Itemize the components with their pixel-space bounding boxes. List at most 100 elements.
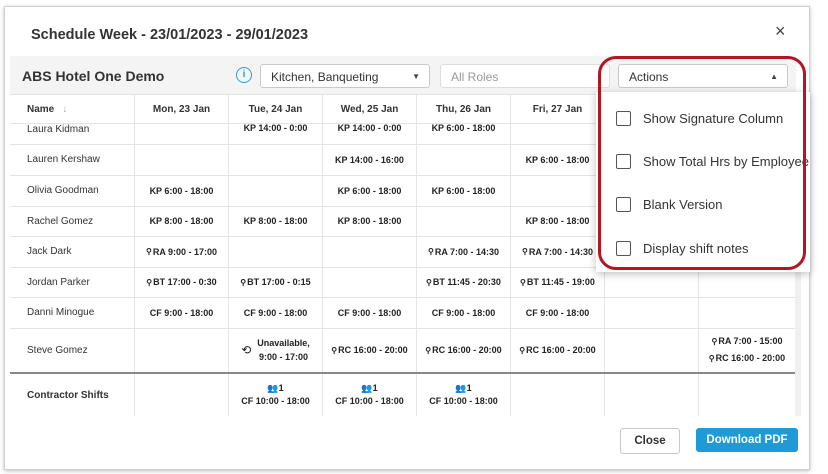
- shift-cell[interactable]: [135, 328, 229, 372]
- shift-cell[interactable]: KP 8:00 - 18:00: [229, 206, 323, 236]
- shift-cell[interactable]: ⚲RA 7:00 - 15:00 ⚲RC 16:00 - 20:00: [699, 328, 796, 372]
- contractor-shifts-label: Contractor Shifts: [10, 374, 135, 416]
- checkbox[interactable]: [616, 196, 631, 212]
- location-pin-icon: ⚲: [426, 277, 432, 287]
- employee-name: Rachel Gomez: [10, 206, 135, 236]
- checkbox[interactable]: [616, 153, 631, 169]
- actions-select[interactable]: Actions ▲: [618, 64, 788, 88]
- column-header-thu: Thu, 26 Jan: [417, 95, 511, 123]
- chevron-up-icon: ▲: [770, 72, 778, 81]
- download-pdf-button[interactable]: Download PDF: [696, 428, 798, 452]
- contractor-shifts-row: Contractor Shifts 👥1 CF 10:00 - 18:00 👥1 C…: [10, 372, 796, 416]
- department-select[interactable]: Kitchen, Banqueting ▼: [260, 64, 430, 88]
- shift-cell[interactable]: KP 14:00 - 16:00: [323, 144, 417, 175]
- shift-cell[interactable]: ⚲ RC 16:00 - 20:00: [323, 328, 417, 372]
- hotel-name: ABS Hotel One Demo: [22, 68, 165, 84]
- shift-cell[interactable]: CF 9:00 - 18:00: [135, 297, 229, 328]
- close-button[interactable]: Close: [620, 428, 680, 454]
- shift-cell[interactable]: KP 6:00 - 18:00: [135, 175, 229, 206]
- location-pin-icon: ⚲: [521, 247, 528, 256]
- shift-cell[interactable]: KP 8:00 - 18:00: [135, 206, 229, 236]
- location-pin-icon: ⚲: [331, 345, 338, 355]
- checkbox[interactable]: [616, 240, 631, 256]
- location-pin-icon: ⚲: [520, 277, 526, 287]
- shift-cell[interactable]: KP 14:00 - 0:00: [323, 123, 417, 144]
- option-show-total-hrs[interactable]: Show Total Hrs by Employee: [616, 151, 809, 171]
- actions-select-label: Actions: [629, 70, 669, 84]
- shift-cell[interactable]: [605, 328, 699, 372]
- shift-cell[interactable]: KP 8:00 - 18:00: [323, 206, 417, 236]
- column-header-wed: Wed, 25 Jan: [323, 95, 417, 123]
- shift-cell[interactable]: KP 8:00 - 18:00: [511, 206, 605, 236]
- shift-cell[interactable]: [229, 175, 323, 206]
- shift-cell[interactable]: ⚲ RC 16:00 - 20:00: [511, 328, 605, 372]
- shift-cell[interactable]: [229, 144, 323, 175]
- shift-cell[interactable]: [511, 123, 605, 144]
- checkbox[interactable]: [616, 110, 631, 126]
- sync-icon: ⟲: [241, 343, 252, 357]
- table-row: Danni Minogue CF 9:00 - 18:00 CF 9:00 - …: [10, 297, 796, 329]
- location-pin-icon: ⚲: [711, 337, 718, 346]
- actions-dropdown-menu: Show Signature Column Show Total Hrs by …: [596, 92, 810, 272]
- location-pin-icon: ⚲: [145, 247, 152, 256]
- employee-name: Steve Gomez: [10, 328, 135, 372]
- shift-cell[interactable]: ⚲ RA 7:00 - 14:30: [417, 236, 511, 267]
- shift-cell[interactable]: ⚲ RA 9:00 - 17:00: [135, 236, 229, 267]
- toolbar: ABS Hotel One Demo i Kitchen, Banqueting…: [10, 56, 796, 95]
- roles-select[interactable]: All Roles: [440, 64, 610, 88]
- shift-cell[interactable]: [135, 144, 229, 175]
- column-header-mon: Mon, 23 Jan: [135, 95, 229, 123]
- sort-arrow-icon[interactable]: ↓: [62, 104, 67, 115]
- shift-cell[interactable]: 👥1 CF 10:00 - 18:00: [229, 374, 323, 416]
- shift-cell[interactable]: 👥1 CF 10:00 - 18:00: [323, 374, 417, 416]
- employee-name: Jordan Parker: [10, 267, 135, 297]
- shift-cell[interactable]: [417, 206, 511, 236]
- shift-cell[interactable]: KP 6:00 - 18:00: [323, 175, 417, 206]
- shift-cell[interactable]: [135, 374, 229, 416]
- location-pin-icon: ⚲: [425, 345, 432, 355]
- shift-cell[interactable]: ⚲ BT 11:45 - 19:00: [511, 267, 605, 297]
- shift-cell[interactable]: CF 9:00 - 18:00: [323, 297, 417, 328]
- location-pin-icon: ⚲: [240, 277, 247, 287]
- column-header-name[interactable]: Name ↓: [10, 95, 135, 123]
- department-select-value: Kitchen, Banqueting: [271, 70, 379, 84]
- shift-cell[interactable]: [229, 236, 323, 267]
- shift-cell[interactable]: [135, 123, 229, 144]
- shift-cell[interactable]: KP 6:00 - 18:00: [417, 123, 511, 144]
- location-pin-icon: ⚲: [519, 345, 526, 355]
- shift-cell[interactable]: ⚲ BT 11:45 - 20:30: [417, 267, 511, 297]
- shift-cell[interactable]: [323, 236, 417, 267]
- shift-cell[interactable]: CF 9:00 - 18:00: [511, 297, 605, 328]
- shift-cell[interactable]: [323, 267, 417, 297]
- option-show-signature-column[interactable]: Show Signature Column: [616, 108, 783, 128]
- location-pin-icon: ⚲: [427, 247, 434, 256]
- info-icon[interactable]: i: [236, 67, 252, 83]
- shift-cell[interactable]: CF 9:00 - 18:00: [417, 297, 511, 328]
- shift-cell[interactable]: ⚲ RA 7:00 - 14:30: [511, 236, 605, 267]
- shift-cell[interactable]: ⚲ BT 17:00 - 0:15: [229, 267, 323, 297]
- employee-name: Olivia Goodman: [10, 175, 135, 206]
- shift-cell[interactable]: [699, 297, 796, 328]
- shift-cell[interactable]: ⚲ RC 16:00 - 20:00: [417, 328, 511, 372]
- shift-cell[interactable]: [417, 144, 511, 175]
- shift-cell[interactable]: [605, 374, 699, 416]
- shift-cell[interactable]: ⟲ Unavailable, 9:00 - 17:00: [229, 328, 323, 372]
- shift-cell[interactable]: KP 6:00 - 18:00: [417, 175, 511, 206]
- shift-cell[interactable]: [699, 374, 796, 416]
- shift-cell[interactable]: CF 9:00 - 18:00: [229, 297, 323, 328]
- column-header-fri: Fri, 27 Jan: [511, 95, 605, 123]
- shift-cell[interactable]: KP 14:00 - 0:00: [229, 123, 323, 144]
- option-display-shift-notes[interactable]: Display shift notes: [616, 238, 749, 258]
- shift-cell[interactable]: [511, 374, 605, 416]
- shift-cell[interactable]: [605, 297, 699, 328]
- shift-cell[interactable]: [511, 175, 605, 206]
- employee-name: Lauren Kershaw: [10, 144, 135, 175]
- shift-cell[interactable]: ⚲ BT 17:00 - 0:30: [135, 267, 229, 297]
- option-blank-version[interactable]: Blank Version: [616, 194, 723, 214]
- column-header-tue: Tue, 24 Jan: [229, 95, 323, 123]
- people-icon: 👥: [455, 383, 467, 393]
- employee-name: Danni Minogue: [10, 297, 135, 328]
- shift-cell[interactable]: 👥1 CF 10:00 - 18:00: [417, 374, 511, 416]
- close-icon[interactable]: ×: [775, 21, 786, 42]
- shift-cell[interactable]: KP 6:00 - 18:00: [511, 144, 605, 175]
